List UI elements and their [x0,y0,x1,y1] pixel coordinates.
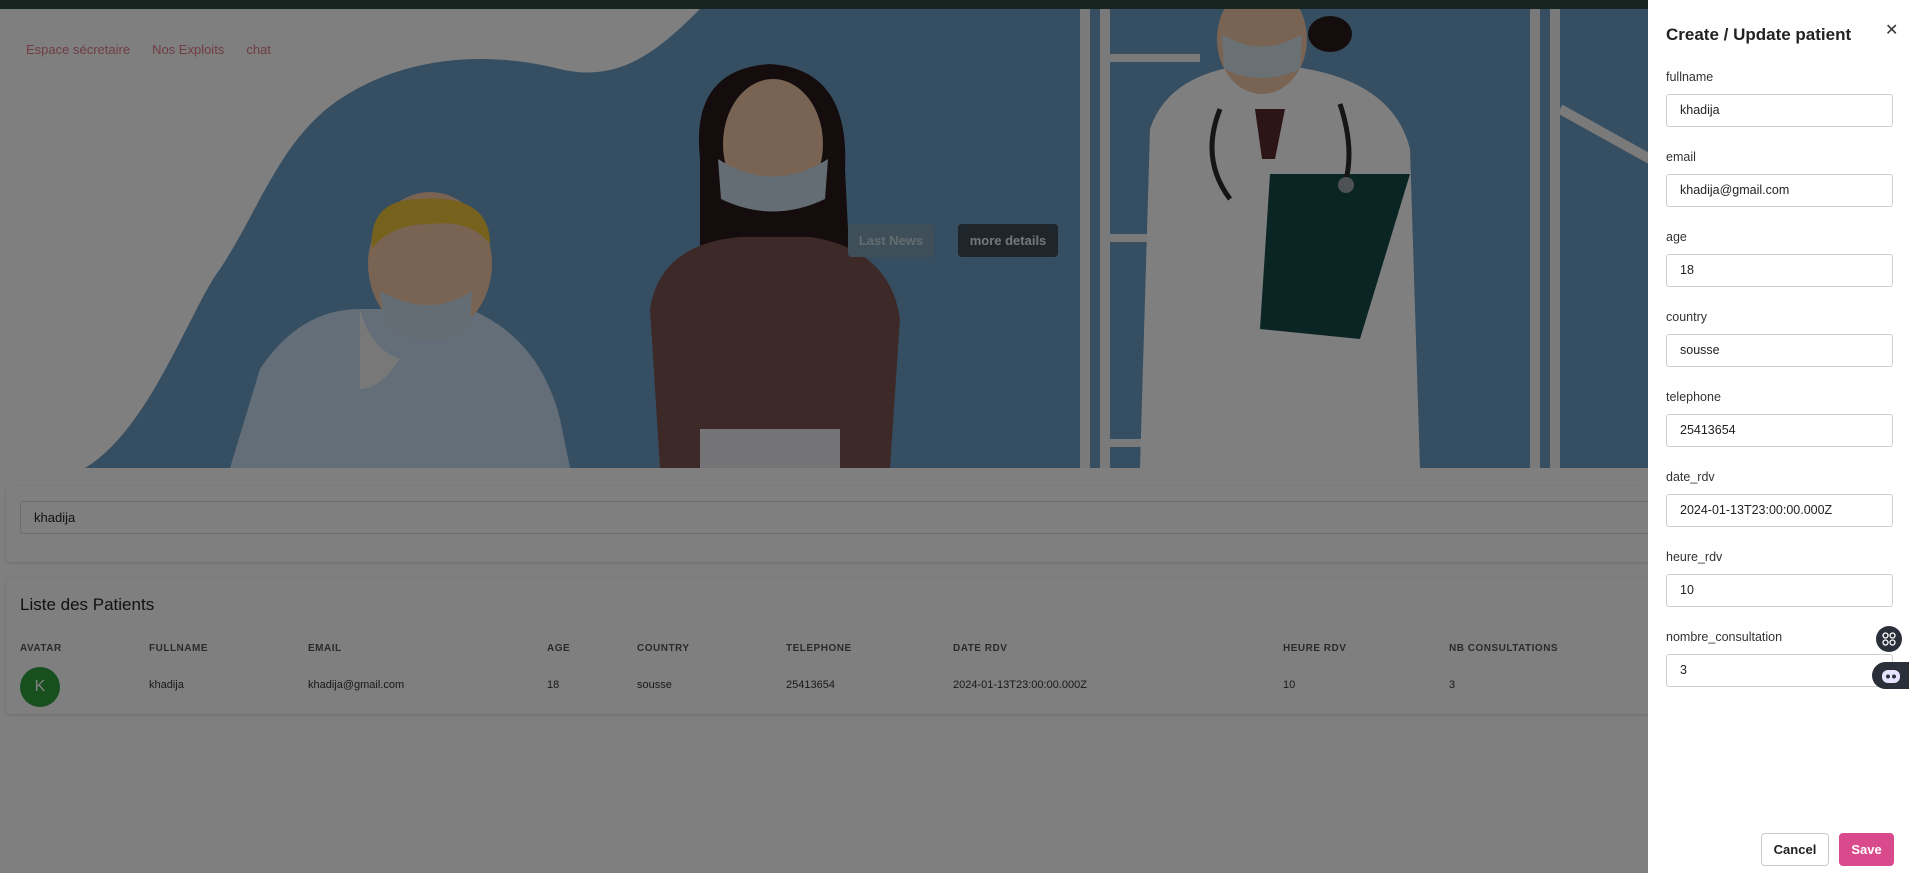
close-icon[interactable]: ✕ [1885,20,1898,40]
robot-icon[interactable] [1872,662,1909,689]
nombre-consultation-field[interactable]: 3 [1666,654,1893,687]
date-rdv-field[interactable]: 2024-01-13T23:00:00.000Z [1666,494,1893,527]
grid-icon-glyph [1882,632,1896,646]
drawer-title: Create / Update patient [1666,25,1852,44]
country-field[interactable]: sousse [1666,334,1893,367]
telephone-field[interactable]: 25413654 [1666,414,1893,447]
heure-rdv-label: heure_rdv [1666,550,1723,564]
fullname-field[interactable]: khadija [1666,94,1893,127]
email-field[interactable]: khadija@gmail.com [1666,174,1893,207]
grid-icon[interactable] [1876,626,1902,652]
save-button[interactable]: Save [1839,833,1894,866]
cancel-button[interactable]: Cancel [1761,833,1829,866]
country-label: country [1666,310,1707,324]
fullname-label: fullname [1666,70,1714,84]
age-field[interactable]: 18 [1666,254,1893,287]
date-rdv-label: date_rdv [1666,470,1715,484]
email-label: email [1666,150,1696,164]
patient-form-drawer: Create / Update patient ✕ fullname khadi… [1648,0,1909,873]
age-label: age [1666,230,1687,244]
heure-rdv-field[interactable]: 10 [1666,574,1893,607]
robot-icon-glyph [1881,669,1900,683]
nombre-consultation-label: nombre_consultation [1666,630,1783,644]
telephone-label: telephone [1666,390,1721,404]
modal-overlay[interactable] [0,0,1648,873]
